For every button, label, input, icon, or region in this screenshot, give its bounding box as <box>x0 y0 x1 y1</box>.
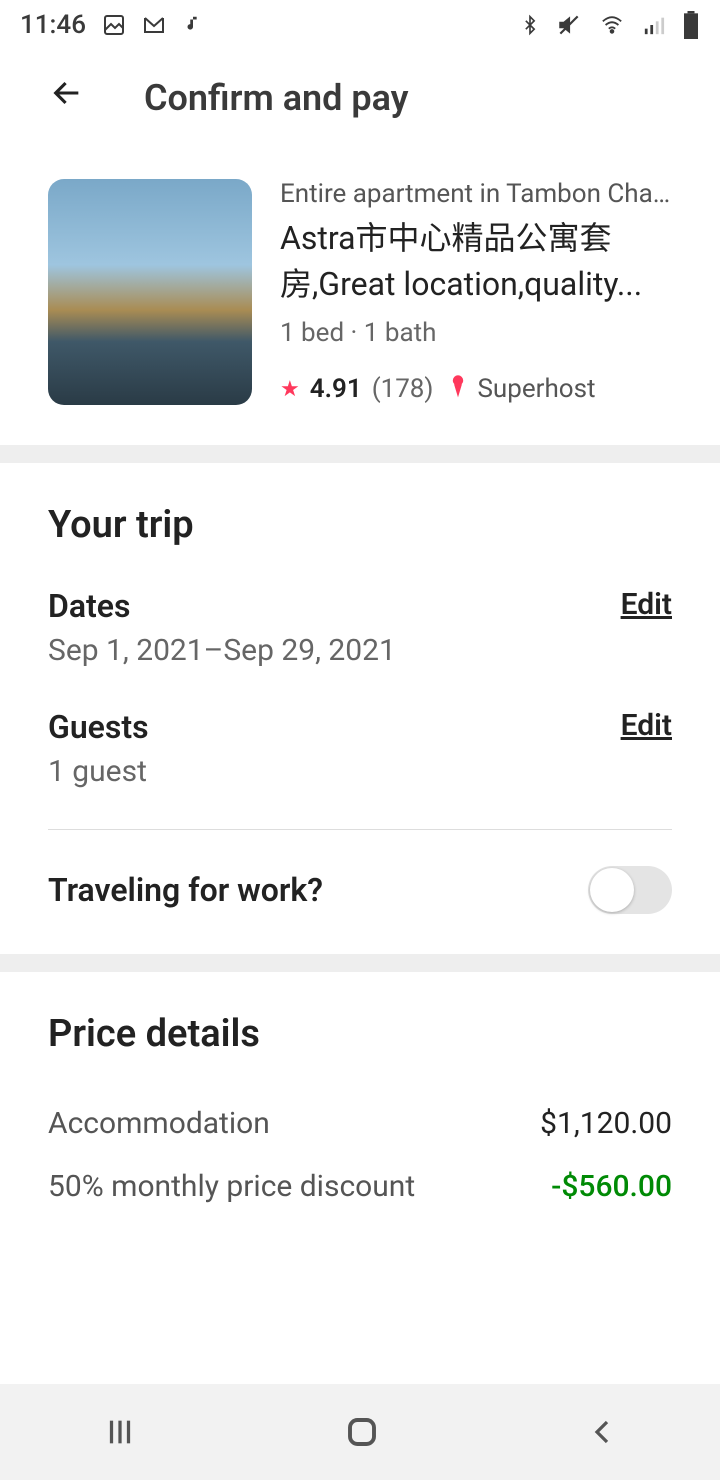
system-nav-bar <box>0 1384 720 1480</box>
status-left: 11:46 <box>20 10 204 40</box>
back-button[interactable] <box>587 1417 617 1447</box>
price-label: Accommodation <box>48 1106 270 1141</box>
home-button[interactable] <box>344 1414 380 1450</box>
mail-icon <box>142 13 166 37</box>
price-row-accommodation: Accommodation $1,120.00 <box>48 1106 672 1141</box>
price-row-discount: 50% monthly price discount -$560.00 <box>48 1169 672 1204</box>
recents-button[interactable] <box>103 1415 137 1449</box>
superhost-icon <box>449 374 467 405</box>
section-divider <box>0 445 720 463</box>
dates-label: Dates <box>48 587 130 625</box>
status-bar: 11:46 <box>0 0 720 46</box>
page-header: Confirm and pay <box>0 46 720 149</box>
listing-summary: Entire apartment in Tambon Cha... Astra市… <box>0 149 720 445</box>
superhost-badge: Superhost <box>477 374 595 404</box>
wifi-icon <box>598 14 626 36</box>
listing-type: Entire apartment in Tambon Cha... <box>280 179 672 209</box>
music-icon <box>182 14 204 36</box>
listing-title: Astra市中心精品公寓套房,Great location,quality... <box>280 215 672 308</box>
star-icon: ★ <box>280 377 300 402</box>
bluetooth-icon <box>520 12 540 38</box>
rating-count: (178) <box>372 374 434 404</box>
work-travel-toggle[interactable] <box>588 866 672 914</box>
price-value: $1,120.00 <box>540 1106 672 1141</box>
back-arrow-icon[interactable] <box>50 76 84 119</box>
price-label: 50% monthly price discount <box>48 1169 415 1204</box>
trip-section-title: Your trip <box>48 503 672 547</box>
guests-row: Guests Edit <box>48 708 672 746</box>
listing-specs: 1 bed · 1 bath <box>280 318 672 348</box>
image-icon <box>102 13 126 37</box>
work-travel-label: Traveling for work? <box>48 871 323 909</box>
mute-icon <box>556 12 582 38</box>
edit-guests-link[interactable]: Edit <box>621 708 672 743</box>
work-travel-row: Traveling for work? <box>48 830 672 914</box>
status-right <box>520 11 700 39</box>
trip-section: Your trip Dates Edit Sep 1, 2021–Sep 29,… <box>0 463 720 954</box>
price-value-discount: -$560.00 <box>551 1169 672 1204</box>
price-section-title: Price details <box>48 1012 672 1056</box>
rating-row: ★ 4.91 (178) Superhost <box>280 374 672 405</box>
guests-label: Guests <box>48 708 149 746</box>
dates-value: Sep 1, 2021–Sep 29, 2021 <box>48 633 672 668</box>
battery-icon <box>682 11 700 39</box>
listing-info: Entire apartment in Tambon Cha... Astra市… <box>280 179 672 405</box>
dates-row: Dates Edit <box>48 587 672 625</box>
toggle-knob <box>590 868 634 912</box>
rating-value: 4.91 <box>310 374 362 404</box>
listing-photo[interactable] <box>48 179 252 405</box>
page-title: Confirm and pay <box>144 77 409 119</box>
price-section: Price details Accommodation $1,120.00 50… <box>0 972 720 1252</box>
section-divider <box>0 954 720 972</box>
status-time: 11:46 <box>20 10 86 40</box>
edit-dates-link[interactable]: Edit <box>621 587 672 622</box>
signal-icon <box>642 14 666 36</box>
guests-value: 1 guest <box>48 754 672 789</box>
